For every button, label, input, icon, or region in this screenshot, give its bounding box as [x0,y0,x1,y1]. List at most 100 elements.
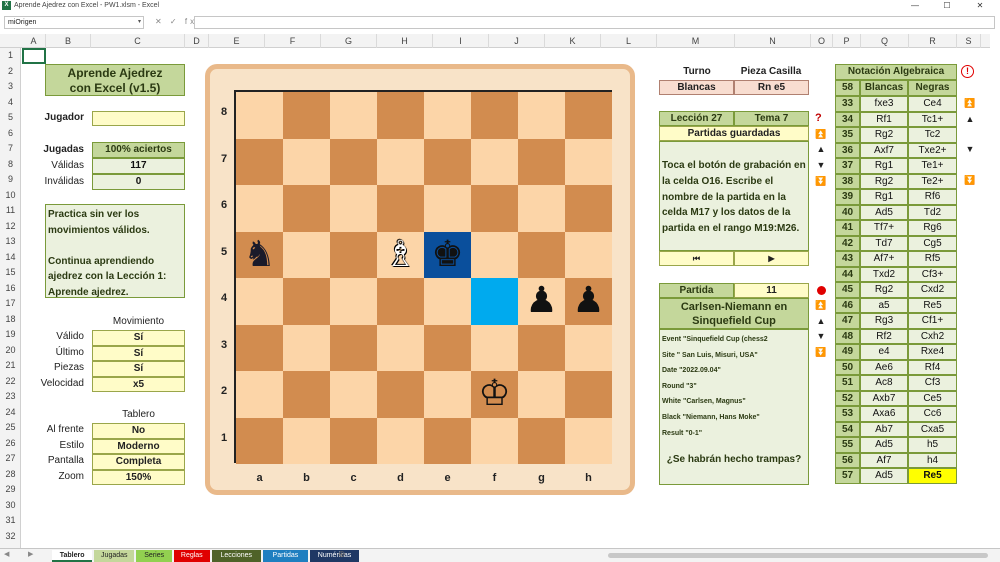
move-black[interactable]: Re5 [908,468,957,484]
partidas-guardadas[interactable]: Partidas guardadas [659,126,809,141]
column-header-m[interactable]: M [657,34,735,48]
column-header-g[interactable]: G [321,34,377,48]
square-a3[interactable] [236,324,283,371]
row-header[interactable]: 3 [0,79,21,95]
row-header[interactable]: 10 [0,188,21,204]
move-white[interactable]: Axb7 [860,390,908,406]
move-black[interactable]: Cxd2 [908,282,957,298]
move-white[interactable]: Af7+ [860,251,908,267]
square-d7[interactable] [377,138,424,185]
row-header[interactable]: 16 [0,281,21,297]
movimiento-value[interactable]: Sí [92,345,185,361]
column-header-d[interactable]: D [185,34,209,48]
column-header-c[interactable]: C [91,34,185,48]
add-sheet-button[interactable]: ⊕ [338,549,346,560]
column-header-q[interactable]: Q [861,34,909,48]
square-b5[interactable] [283,231,330,278]
square-f1[interactable] [471,417,518,464]
move-white[interactable]: e4 [860,344,908,360]
formula-input[interactable] [194,16,995,29]
column-header-h[interactable]: H [377,34,433,48]
row-header[interactable]: 30 [0,498,21,514]
move-black[interactable]: Cf3 [908,375,957,391]
tab-series[interactable]: Series [136,550,172,562]
down-arrow-icon[interactable]: ▼ [814,160,828,170]
square-d1[interactable] [377,417,424,464]
move-black[interactable]: Rf6 [908,189,957,205]
down-arrow-icon[interactable]: ▼ [814,331,828,341]
row-header[interactable]: 1 [0,48,21,64]
move-black[interactable]: Td2 [908,204,957,220]
move-black[interactable]: Rf5 [908,251,957,267]
square-h2[interactable] [565,371,612,418]
first-button[interactable]: ⏮ [659,251,734,266]
row-header[interactable]: 21 [0,358,21,374]
square-e3[interactable] [424,324,471,371]
selected-cell[interactable] [22,48,46,64]
move-black[interactable]: h4 [908,452,957,468]
move-white[interactable]: Rf1 [860,111,908,127]
close-button[interactable]: ✕ [965,0,995,11]
square-e6[interactable] [424,185,471,232]
move-black[interactable]: h5 [908,437,957,453]
square-f7[interactable] [471,138,518,185]
column-header-n[interactable]: N [735,34,811,48]
row-header[interactable]: 29 [0,482,21,498]
movimiento-value[interactable]: Sí [92,361,185,377]
row-header[interactable]: 15 [0,265,21,281]
column-header-e[interactable]: E [209,34,265,48]
move-white[interactable]: Ad5 [860,204,908,220]
move-white[interactable]: Rg1 [860,158,908,174]
move-black[interactable]: Tc1+ [908,111,957,127]
square-c2[interactable] [330,371,377,418]
square-g6[interactable] [518,185,565,232]
info-icon[interactable]: ! [961,65,974,78]
jugador-input[interactable] [92,111,185,126]
move-black[interactable]: Rxe4 [908,344,957,360]
square-g5[interactable] [518,231,565,278]
row-header[interactable]: 22 [0,374,21,390]
move-black[interactable]: Cf1+ [908,313,957,329]
row-header[interactable]: 11 [0,203,21,219]
down-arrow-icon[interactable]: ▼ [963,144,977,154]
square-a6[interactable] [236,185,283,232]
move-white[interactable]: Ab7 [860,421,908,437]
chevron-down-icon[interactable]: ▾ [138,17,141,28]
square-b3[interactable] [283,324,330,371]
row-header[interactable]: 25 [0,420,21,436]
move-black[interactable]: Cg5 [908,235,957,251]
white-king-icon[interactable]: ♔ [471,371,518,418]
row-header[interactable]: 2 [0,64,21,80]
row-header[interactable]: 26 [0,436,21,452]
help-icon[interactable]: ? [815,112,822,124]
square-c1[interactable] [330,417,377,464]
square-c5[interactable] [330,231,377,278]
move-white[interactable]: Rg3 [860,313,908,329]
move-black[interactable]: Cxh2 [908,328,957,344]
tab-reglas[interactable]: Reglas [174,550,210,562]
square-b6[interactable] [283,185,330,232]
move-white[interactable]: Ae6 [860,359,908,375]
record-button-icon[interactable] [817,286,826,295]
tab-numéricas[interactable]: Numéricas [309,550,360,562]
movimiento-value[interactable]: Sí [92,330,185,346]
square-a4[interactable] [236,278,283,325]
square-c7[interactable] [330,138,377,185]
row-header[interactable]: 24 [0,405,21,421]
row-header[interactable]: 27 [0,451,21,467]
move-white[interactable]: Td7 [860,235,908,251]
move-black[interactable]: Rg6 [908,220,957,236]
move-white[interactable]: fxe3 [860,96,908,112]
column-header-k[interactable]: K [545,34,601,48]
partida-value[interactable]: 11 [734,283,809,298]
move-white[interactable]: Ad5 [860,468,908,484]
move-white[interactable]: Tf7+ [860,220,908,236]
column-header-f[interactable]: F [265,34,321,48]
tab-jugadas[interactable]: Jugadas [94,550,135,562]
move-black[interactable]: Re5 [908,297,957,313]
square-e7[interactable] [424,138,471,185]
square-f6[interactable] [471,185,518,232]
square-d4[interactable] [377,278,424,325]
tablero-value[interactable]: Completa [92,454,185,470]
tablero-value[interactable]: 150% [92,469,185,485]
